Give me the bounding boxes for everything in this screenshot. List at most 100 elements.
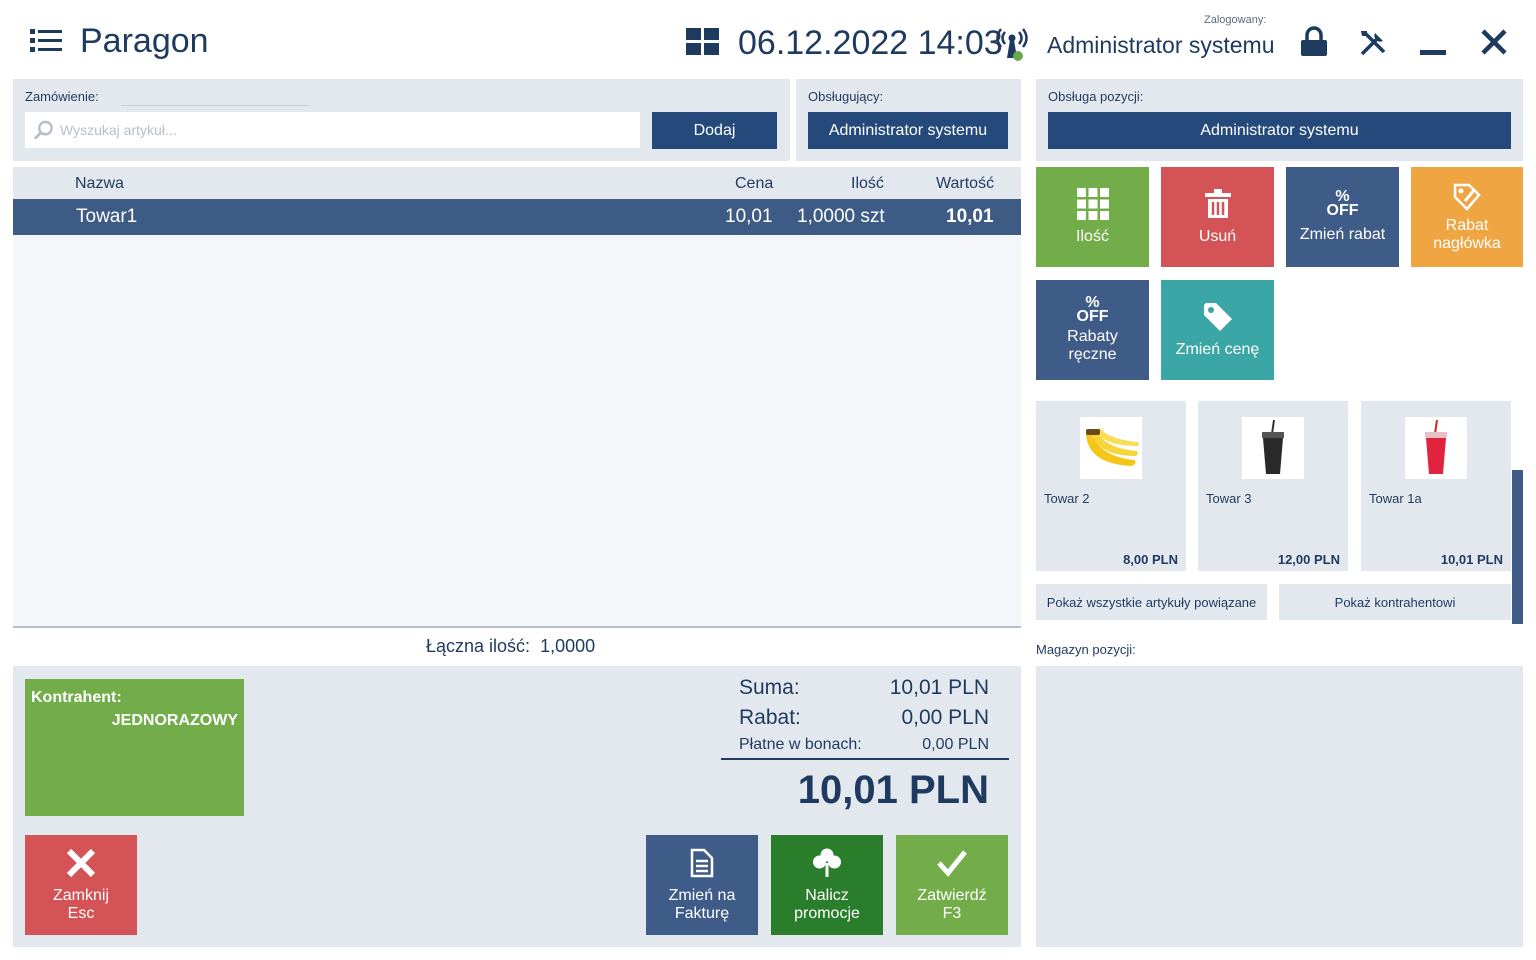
- table-header: Nazwa Cena Ilość Wartość: [13, 167, 1021, 199]
- header-value[interactable]: Wartość: [936, 175, 994, 193]
- quantity-tile[interactable]: Ilość: [1036, 167, 1149, 267]
- summary-panel: Kontrahent: JEDNORAZOWY Suma: 10,01 PLN …: [13, 666, 1021, 947]
- show-customer-button[interactable]: Pokaż kontrahentowi: [1279, 584, 1511, 620]
- trash-icon: [1202, 188, 1234, 220]
- article-search-field[interactable]: [25, 112, 640, 148]
- confirm-label: Zatwierdź: [917, 887, 987, 904]
- search-input[interactable]: [60, 122, 640, 138]
- promo-label-1: Nalicz: [805, 887, 849, 904]
- change-to-invoice-button[interactable]: Zmień na Fakturę: [646, 835, 758, 935]
- percent-off-icon: % OFF: [1326, 189, 1359, 219]
- header-discount-label-1: Rabat: [1445, 217, 1489, 234]
- delete-label: Usuń: [1198, 228, 1237, 245]
- add-button[interactable]: Dodaj: [652, 112, 777, 149]
- discount-label: Rabat:: [739, 706, 801, 729]
- discount-value: 0,00 PLN: [901, 706, 989, 729]
- close-shortcut: Esc: [67, 905, 95, 922]
- header-discount-tile[interactable]: Rabat nagłówka: [1411, 167, 1523, 267]
- tools-icon[interactable]: [1358, 28, 1388, 58]
- warehouse-panel: [1036, 666, 1523, 947]
- summary-divider: [721, 758, 1009, 760]
- price-tag-icon: [1202, 301, 1234, 333]
- header-qty[interactable]: Ilość: [851, 175, 884, 193]
- customer-tile[interactable]: Kontrahent: JEDNORAZOWY: [25, 679, 244, 816]
- total-quantity: Łączna ilość: 1,0000: [426, 636, 595, 657]
- manual-discounts-label-2: ręczne: [1068, 346, 1117, 363]
- table-row[interactable]: Towar1 10,01 1,0000 szt 10,01: [13, 199, 1021, 235]
- row-qty: 1,0000 szt: [797, 206, 885, 227]
- vouchers-label: Płatne w bonach:: [739, 736, 862, 753]
- invoice-label-2: Fakturę: [674, 905, 730, 922]
- invoice-document-icon: [686, 847, 718, 879]
- position-service-panel: Obsługa pozycji: Administrator systemu: [1036, 79, 1523, 161]
- products-scrollbar[interactable]: [1512, 470, 1523, 624]
- manual-discounts-tile[interactable]: % OFF Rabaty ręczne: [1036, 280, 1149, 380]
- sum-value: 10,01 PLN: [889, 676, 989, 699]
- customer-label: Kontrahent:: [31, 689, 122, 706]
- search-icon: [33, 120, 53, 140]
- close-receipt-button[interactable]: Zamknij Esc: [25, 835, 137, 935]
- close-x-icon: [65, 847, 97, 879]
- percent-off-icon: % OFF: [1076, 295, 1109, 325]
- header-name[interactable]: Nazwa: [75, 175, 124, 193]
- row-price: 10,01: [725, 206, 773, 227]
- items-table: Nazwa Cena Ilość Wartość Towar1 10,01 1,…: [13, 167, 1021, 627]
- banana-icon: [1080, 417, 1142, 479]
- invoice-label-1: Zmień na: [668, 887, 736, 904]
- total-quantity-value: 1,0000: [540, 636, 596, 656]
- order-number-line: [121, 105, 309, 106]
- warehouse-label: Magazyn pozycji:: [1036, 642, 1136, 657]
- position-service-label: Obsługa pozycji:: [1048, 89, 1144, 104]
- confirm-shortcut: F3: [942, 905, 962, 922]
- hamburger-menu-icon[interactable]: [30, 28, 62, 54]
- product-name: Towar 2: [1044, 491, 1090, 506]
- total-quantity-label: Łączna ilość:: [426, 636, 531, 656]
- apply-promotions-button[interactable]: Nalicz promocje: [771, 835, 883, 935]
- off-text: OFF: [1326, 202, 1359, 219]
- tiles-view-icon[interactable]: [686, 28, 720, 56]
- header-price[interactable]: Cena: [735, 175, 773, 193]
- datetime: 06.12.2022 14:03: [738, 24, 1003, 62]
- page-title: Paragon: [80, 22, 209, 60]
- header-discount-label-2: nagłówka: [1433, 235, 1501, 252]
- confirm-button[interactable]: Zatwierdź F3: [896, 835, 1008, 935]
- product-name: Towar 3: [1206, 491, 1252, 506]
- logged-in-label: Zalogowany:: [1204, 14, 1267, 26]
- row-name: Towar1: [76, 206, 138, 227]
- product-tile[interactable]: Towar 1a 10,01 PLN: [1361, 401, 1511, 571]
- delete-tile[interactable]: Usuń: [1161, 167, 1274, 267]
- row-value: 10,01: [946, 206, 994, 227]
- checkmark-icon: [936, 847, 968, 879]
- logged-in-user: Administrator systemu: [1047, 32, 1275, 58]
- total-amount: 10,01 PLN: [797, 768, 989, 812]
- product-name: Towar 1a: [1369, 491, 1422, 506]
- clover-icon: [811, 847, 843, 879]
- off-text: OFF: [1076, 308, 1109, 325]
- staff-select-button[interactable]: Administrator systemu: [808, 112, 1008, 149]
- change-discount-label: Zmień rabat: [1299, 226, 1386, 243]
- grid-icon: [1076, 188, 1109, 220]
- product-tile[interactable]: Towar 2 8,00 PLN: [1036, 401, 1186, 571]
- sum-label: Suma:: [739, 676, 800, 699]
- connection-status-icon: [996, 26, 1028, 62]
- minimize-icon[interactable]: [1420, 50, 1446, 55]
- red-cup-icon: [1405, 417, 1467, 479]
- close-window-icon[interactable]: [1480, 28, 1508, 56]
- quantity-label: Ilość: [1076, 228, 1109, 245]
- product-price: 12,00 PLN: [1277, 552, 1340, 567]
- product-price: 10,01 PLN: [1440, 552, 1503, 567]
- staff-label: Obsługujący:: [808, 89, 884, 104]
- close-label: Zamknij: [52, 887, 109, 904]
- change-discount-tile[interactable]: % OFF Zmień rabat: [1286, 167, 1399, 267]
- position-service-button[interactable]: Administrator systemu: [1048, 112, 1511, 149]
- product-tile[interactable]: Towar 3 12,00 PLN: [1198, 401, 1348, 571]
- staff-panel: Obsługujący: Administrator systemu: [796, 79, 1021, 161]
- lock-icon[interactable]: [1300, 26, 1328, 58]
- product-price: 8,00 PLN: [1123, 552, 1178, 567]
- vouchers-value: 0,00 PLN: [922, 736, 989, 753]
- edit-tag-icon: [1451, 181, 1483, 213]
- change-price-tile[interactable]: Zmień cenę: [1161, 280, 1274, 380]
- customer-value: JEDNORAZOWY: [111, 712, 238, 729]
- show-related-articles-button[interactable]: Pokaż wszystkie artykuły powiązane: [1036, 584, 1267, 620]
- table-divider: [13, 626, 1021, 628]
